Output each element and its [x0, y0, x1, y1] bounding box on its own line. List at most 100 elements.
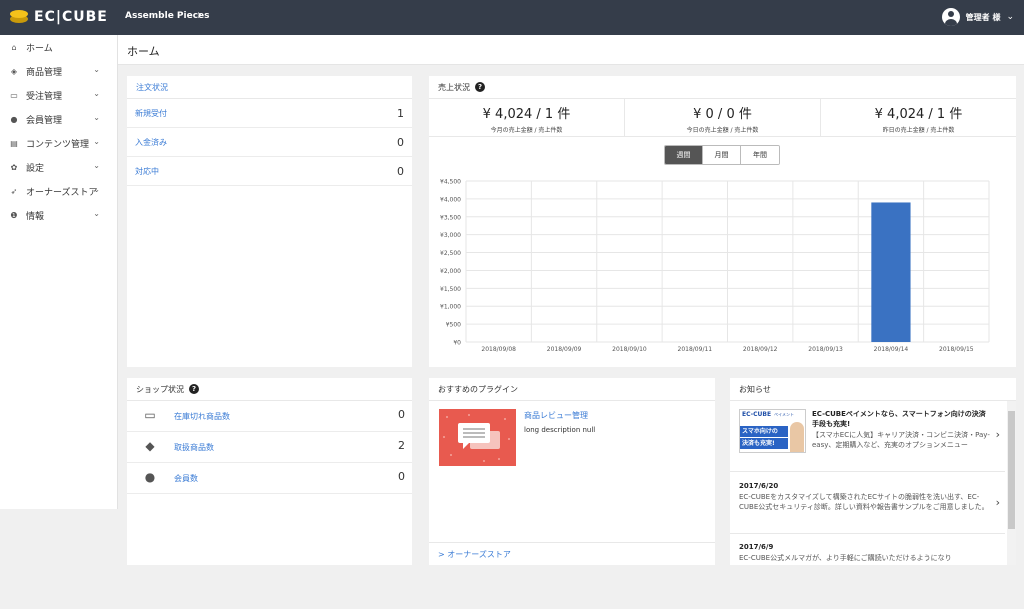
cart-icon: ▭ [10, 90, 18, 100]
news-scrollbar-thumb[interactable] [1008, 411, 1015, 529]
logo-text: EC|CUBE [34, 9, 108, 25]
help-icon[interactable]: ? [475, 82, 485, 92]
order-status-label[interactable]: 新規受付 [135, 108, 167, 119]
shop-status-card: ショップ状況 ? ▭ 在庫切れ商品数 0 ◆ 取扱商品数 2 ● 会員数 0 [127, 378, 412, 565]
sidebar-bottom-area [0, 509, 118, 609]
kpi-yesterday: ¥ 4,024 / 1 件 昨日の売上金額 / 売上件数 [821, 99, 1016, 136]
sidebar-item[interactable]: ● 会員管理 ⌄ [0, 107, 117, 131]
sidebar-item[interactable]: ❶ 情報 ⌄ [0, 203, 117, 227]
x-tick-label: 2018/09/08 [481, 346, 516, 353]
shop-status-title: ショップ状況 [136, 384, 184, 394]
order-status-row[interactable]: 新規受付 1 [127, 99, 412, 128]
news-header: お知らせ [730, 378, 1016, 401]
sidebar-item[interactable]: ➶ オーナーズストア ⌄ [0, 179, 117, 203]
order-status-count: 0 [397, 135, 404, 149]
news-item[interactable]: 2017/6/20 EC-CUBEをカスタマイズして構築されたECサイトの脆弱性… [730, 472, 1005, 534]
sales-chart: ¥0 ¥500 ¥1,000 ¥1,500 ¥2,000 ¥2,500 ¥3,000 ¥3,5… [440, 179, 990, 353]
toggle-monthly[interactable]: 月間 [703, 146, 741, 164]
file-icon: ▤ [10, 138, 18, 148]
top-header: EC|CUBE Assemble Pieces › 管理者 様 ⌄ [0, 0, 1024, 35]
y-tick-label: ¥3,500 [440, 214, 461, 221]
order-status-row[interactable]: 入金済み 0 [127, 128, 412, 157]
bar [871, 202, 911, 342]
shop-status-label[interactable]: 会員数 [174, 473, 198, 484]
chevron-down-icon: ⌄ [93, 89, 100, 98]
chevron-right-icon: › [197, 8, 203, 23]
sidebar-item[interactable]: ⌂ ホーム [0, 35, 117, 59]
news-banner: EC-CUBE ペイメント スマホ向けの 決済も充実! [739, 409, 806, 453]
plugin-description: long description null [524, 426, 596, 434]
chevron-down-icon: ⌄ [1006, 12, 1014, 22]
kpi-month-label: 今月の売上金額 / 売上件数 [490, 127, 563, 134]
plugin-thumbnail[interactable] [439, 409, 516, 466]
kpi-today-label: 今日の売上金額 / 売上件数 [686, 127, 759, 134]
sidebar-item[interactable]: ✿ 設定 ⌄ [0, 155, 117, 179]
inbox-icon: ▭ [144, 408, 156, 422]
toggle-yearly[interactable]: 年間 [741, 146, 779, 164]
kpi-month: ¥ 4,024 / 1 件 今月の売上金額 / 売上件数 [429, 99, 625, 136]
shop-status-label[interactable]: 取扱商品数 [174, 442, 214, 453]
toggle-weekly[interactable]: 週間 [665, 146, 703, 164]
news-item-body: EC-CUBE公式メルマガが、より手軽にご購読いただけるようになり [739, 554, 952, 562]
news-item-date: 2017/6/9 [739, 543, 774, 551]
ec-cube-logo[interactable]: EC|CUBE [10, 9, 108, 25]
sidebar-item-label: 商品管理 [26, 67, 63, 78]
order-status-title[interactable]: 注文状況 [136, 82, 168, 93]
news-banner-brand: EC-CUBE [742, 411, 772, 418]
plug-icon: ➶ [10, 186, 18, 196]
news-banner-sub: ペイメント [774, 412, 794, 417]
news-banner-line1: スマホ向けの [740, 426, 788, 437]
sidebar-item[interactable]: ◈ 商品管理 ⌄ [0, 59, 117, 83]
y-tick-label: ¥4,000 [440, 196, 461, 203]
sidebar-item[interactable]: ▭ 受注管理 ⌄ [0, 83, 117, 107]
order-status-row[interactable]: 対応中 0 [127, 157, 412, 186]
shop-status-row[interactable]: ▭ 在庫切れ商品数 0 [127, 401, 412, 432]
sidebar-item-label: 会員管理 [26, 115, 63, 126]
kpi-yesterday-value: ¥ 4,024 / 1 件 [874, 107, 963, 122]
order-status-label[interactable]: 入金済み [135, 137, 167, 148]
shop-status-count: 0 [398, 470, 405, 483]
shop-status-list: ▭ 在庫切れ商品数 0 ◆ 取扱商品数 2 ● 会員数 0 [127, 401, 412, 494]
users-icon: ● [10, 114, 18, 124]
sales-kpis: ¥ 4,024 / 1 件 今月の売上金額 / 売上件数 ¥ 0 / 0 件 今… [429, 99, 1016, 137]
y-tick-label: ¥0 [453, 340, 461, 347]
plugin-name-link[interactable]: 商品レビュー管理 [524, 410, 588, 421]
order-status-count: 1 [397, 106, 404, 120]
owners-store-link[interactable]: > オーナーズストア [429, 542, 715, 565]
chevron-right-icon: › [995, 496, 1000, 509]
news-item[interactable]: 2017/6/9 EC-CUBE公式メルマガが、より手軽にご購読いただけるように… [730, 534, 1005, 565]
news-banner-person-image [790, 422, 804, 452]
order-status-label[interactable]: 対応中 [135, 166, 159, 177]
user-menu[interactable]: 管理者 様 ⌄ [941, 8, 1014, 26]
help-icon[interactable]: ? [189, 384, 199, 394]
period-toggle: 週間 月間 年間 [664, 145, 780, 165]
page-title-bar: ホーム [118, 35, 1024, 65]
y-tick-label: ¥500 [446, 322, 461, 329]
order-status-header: 注文状況 [127, 76, 412, 99]
shop-status-row[interactable]: ● 会員数 0 [127, 463, 412, 494]
news-scrollbar[interactable] [1007, 401, 1016, 565]
x-tick-label: 2018/09/13 [808, 346, 843, 353]
page-title: ホーム [127, 45, 160, 58]
home-icon: ⌂ [11, 42, 17, 52]
sales-card: 売上状況 ? ¥ 4,024 / 1 件 今月の売上金額 / 売上件数 ¥ 0 … [429, 76, 1016, 367]
cubes-icon: ◆ [145, 439, 155, 453]
chat-bubbles-icon [443, 414, 510, 462]
news-item-title: EC-CUBEペイメントなら、スマートフォン向けの決済手段も充実! [812, 410, 986, 428]
sidebar: ⌂ ホーム ◈ 商品管理 ⌄ ▭ 受注管理 ⌄ ● 会員管理 ⌄ ▤ コンテンツ管理 ⌄ ✿ 設定 ⌄ ➶ オーナー… [0, 35, 118, 536]
shop-status-count: 0 [398, 408, 405, 421]
sidebar-item-label: 情報 [26, 211, 45, 222]
sidebar-item-label: 設定 [26, 163, 45, 174]
sidebar-item[interactable]: ▤ コンテンツ管理 ⌄ [0, 131, 117, 155]
x-tick-label: 2018/09/09 [547, 346, 582, 353]
order-status-count: 0 [397, 164, 404, 178]
order-status-card: 注文状況 新規受付 1 入金済み 0 対応中 0 [127, 76, 412, 367]
news-item[interactable]: EC-CUBE ペイメント スマホ向けの 決済も充実! EC-CUBEペイメント… [730, 401, 1005, 472]
logo-coin-icon [10, 10, 28, 24]
x-tick-label: 2018/09/10 [612, 346, 647, 353]
shop-status-row[interactable]: ◆ 取扱商品数 2 [127, 432, 412, 463]
news-card: お知らせ EC-CUBE ペイメント スマホ向けの 決済も充実! EC-CUBE… [730, 378, 1016, 565]
shop-status-label[interactable]: 在庫切れ商品数 [174, 411, 230, 422]
kpi-yesterday-label: 昨日の売上金額 / 売上件数 [882, 127, 955, 134]
y-tick-label: ¥1,500 [440, 286, 461, 293]
